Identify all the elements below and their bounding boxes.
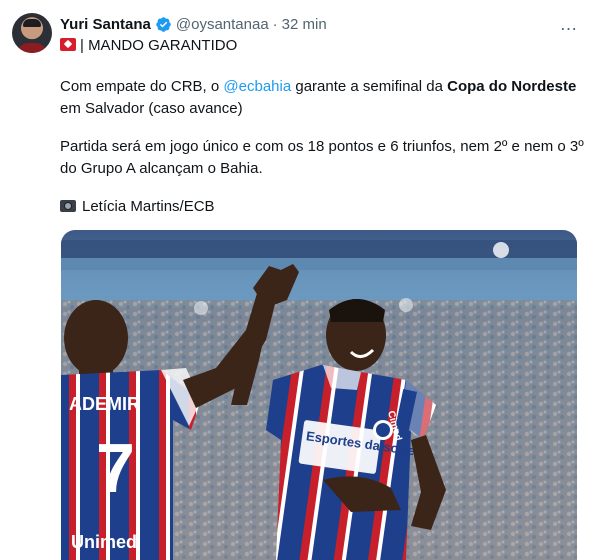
sponsor-left: Unimed [71, 532, 137, 552]
author-handle[interactable]: @oysantanaa [176, 16, 269, 33]
separator-dot: · [272, 15, 278, 33]
tweet-header: Yuri Santana @oysantanaa · 32 min [60, 13, 327, 35]
tweet-paragraph-2: Partida será em jogo único e com os 18 p… [60, 138, 584, 177]
avatar[interactable] [12, 13, 52, 53]
more-options-icon[interactable]: … [558, 14, 580, 34]
jersey-name: ADEMIR [69, 394, 140, 414]
jersey-number: 7 [96, 429, 135, 507]
photo-illustration: ADEMIR 7 Unimed Esportes da sorte Cimed [61, 230, 577, 560]
photo-credit: Letícia Martins/ECB [60, 196, 590, 218]
headline-text: | MANDO GARANTIDO [80, 37, 238, 54]
avatar-hair [23, 19, 41, 27]
para1-bold: Copa do Nordeste [447, 78, 577, 95]
camera-icon [60, 200, 76, 212]
verified-badge-icon [156, 16, 171, 32]
credit-text: Letícia Martins/ECB [82, 198, 215, 215]
tweet-card[interactable]: Yuri Santana @oysantanaa · 32 min … | MA… [0, 0, 599, 560]
red-flag-icon [60, 38, 76, 51]
timestamp[interactable]: 32 min [282, 16, 327, 33]
para1-start: Com empate do CRB, o [60, 78, 224, 95]
para1-end: em Salvador (caso avance) [60, 100, 243, 117]
avatar-shirt [18, 43, 46, 53]
tweet-headline: | MANDO GARANTIDO [60, 35, 590, 57]
mention-link[interactable]: @ecbahia [223, 78, 291, 95]
tweet-photo[interactable]: ADEMIR 7 Unimed Esportes da sorte Cimed [61, 230, 577, 560]
author-name[interactable]: Yuri Santana [60, 16, 151, 33]
para1-mid: garante a semifinal da [291, 78, 448, 95]
tweet-paragraph-1: Com empate do CRB, o @ecbahia garante a … [60, 76, 590, 120]
